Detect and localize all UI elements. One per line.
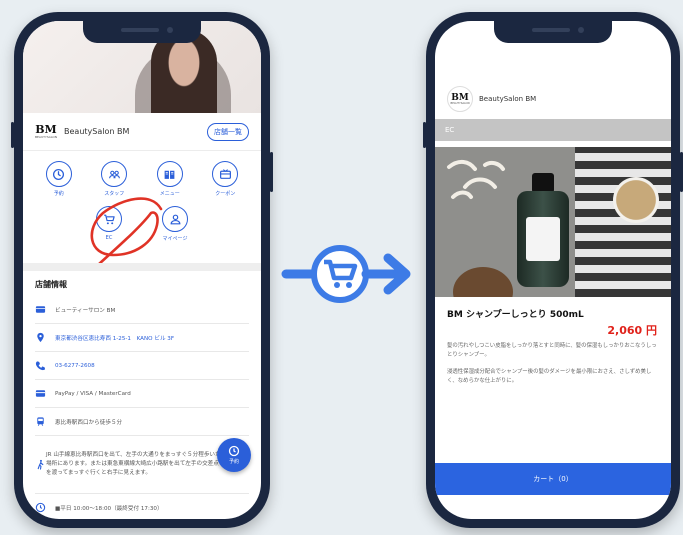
book-icon bbox=[156, 161, 183, 187]
walking-icon bbox=[35, 459, 46, 470]
phone-right: BM BEAUTYSALON BeautySalon BM EC BM シャンプ… bbox=[423, 12, 683, 528]
info-station: 恵比寿駅西口から徒歩５分 bbox=[35, 408, 249, 436]
cart-circle bbox=[311, 245, 369, 303]
notch bbox=[494, 21, 612, 43]
staff-icon bbox=[101, 161, 128, 187]
brand-header: BM BEAUTYSALON BeautySalon BM 店舗一覧 bbox=[23, 113, 261, 151]
store-info-title: 店舗情報 bbox=[35, 280, 67, 289]
product-description-1: 髪の汚れやしつこい皮脂をしっかり落とすと同時に、髪の保湿もしっかりおこなうしっと… bbox=[447, 343, 657, 358]
section-bar-ec: EC bbox=[435, 119, 671, 141]
coupon-icon bbox=[212, 161, 239, 187]
menu-item-mypage[interactable]: マイページ bbox=[155, 206, 195, 242]
product-price: 2,060 円 bbox=[607, 324, 657, 337]
menu-item-staff[interactable]: スタッフ bbox=[94, 161, 134, 197]
brand-header: BM BEAUTYSALON BeautySalon BM bbox=[435, 79, 671, 119]
section-divider bbox=[23, 263, 261, 271]
clock-icon bbox=[228, 445, 240, 457]
clock-icon bbox=[35, 502, 55, 513]
info-payment: PayPay / VISA / MasterCard bbox=[35, 380, 249, 408]
product-description-2: 浸透性保湿成分配合でシャンプー後の髪のダメージを最小限におさえ、さしずめ美しく、… bbox=[447, 369, 652, 384]
info-directions: JR 山手線恵比寿駅西口を出て、左手の大通りをまっすぐ５分程歩いた場所にあります… bbox=[35, 436, 249, 494]
clock-icon bbox=[45, 161, 72, 187]
volume-button bbox=[423, 122, 426, 148]
product-image bbox=[435, 147, 671, 297]
phone-icon bbox=[35, 360, 55, 371]
phone-left: BM BEAUTYSALON BeautySalon BM 店舗一覧 予約 スタ… bbox=[11, 12, 273, 528]
brand-name: BeautySalon BM bbox=[64, 127, 130, 136]
menu-item-coupon[interactable]: クーポン bbox=[205, 161, 245, 197]
volume-button bbox=[11, 122, 14, 148]
info-address[interactable]: 東京都渋谷区恵比寿西 1-25-1 KANO ビル 3F bbox=[35, 324, 249, 352]
menu-item-reservation[interactable]: 予約 bbox=[39, 161, 79, 197]
info-phone[interactable]: 03-6277-2608 bbox=[35, 352, 249, 380]
map-pin-icon bbox=[35, 332, 55, 343]
reserve-fab-button[interactable]: 予約 bbox=[217, 438, 251, 472]
credit-card-icon bbox=[35, 388, 55, 399]
cart-button[interactable]: カート（0） bbox=[435, 463, 671, 495]
info-hours: ■平日 10:00〜18:00（最終受付 17:30） bbox=[35, 494, 249, 519]
menu-item-menu[interactable]: メニュー bbox=[150, 161, 190, 197]
menu-item-ec[interactable]: EC bbox=[89, 206, 129, 242]
storefront-icon bbox=[35, 304, 55, 315]
power-button bbox=[270, 152, 273, 192]
store-info: 店舗情報 ビューティーサロン BM 東京都渋谷区恵比寿西 1-25-1 KANO… bbox=[23, 271, 261, 519]
train-icon bbox=[35, 416, 55, 427]
brand-name: BeautySalon BM bbox=[479, 95, 537, 103]
app-screen-right: BM BEAUTYSALON BeautySalon BM EC BM シャンプ… bbox=[435, 21, 671, 519]
info-store-name: ビューティーサロン BM bbox=[35, 296, 249, 324]
user-icon bbox=[162, 206, 188, 232]
flow-arrow bbox=[281, 245, 411, 303]
app-screen-left: BM BEAUTYSALON BeautySalon BM 店舗一覧 予約 スタ… bbox=[23, 21, 261, 519]
notch bbox=[83, 21, 201, 43]
store-list-button[interactable]: 店舗一覧 bbox=[207, 122, 249, 141]
bm-logo: BM BEAUTYSALON bbox=[447, 86, 473, 112]
bm-logo: BM BEAUTYSALON bbox=[34, 122, 58, 139]
cart-icon bbox=[96, 206, 122, 232]
product-name: BM シャンプーしっとり 500mL bbox=[447, 310, 584, 320]
menu-grid: 予約 スタッフ メニュー クーポン EC マイページ bbox=[23, 151, 261, 263]
